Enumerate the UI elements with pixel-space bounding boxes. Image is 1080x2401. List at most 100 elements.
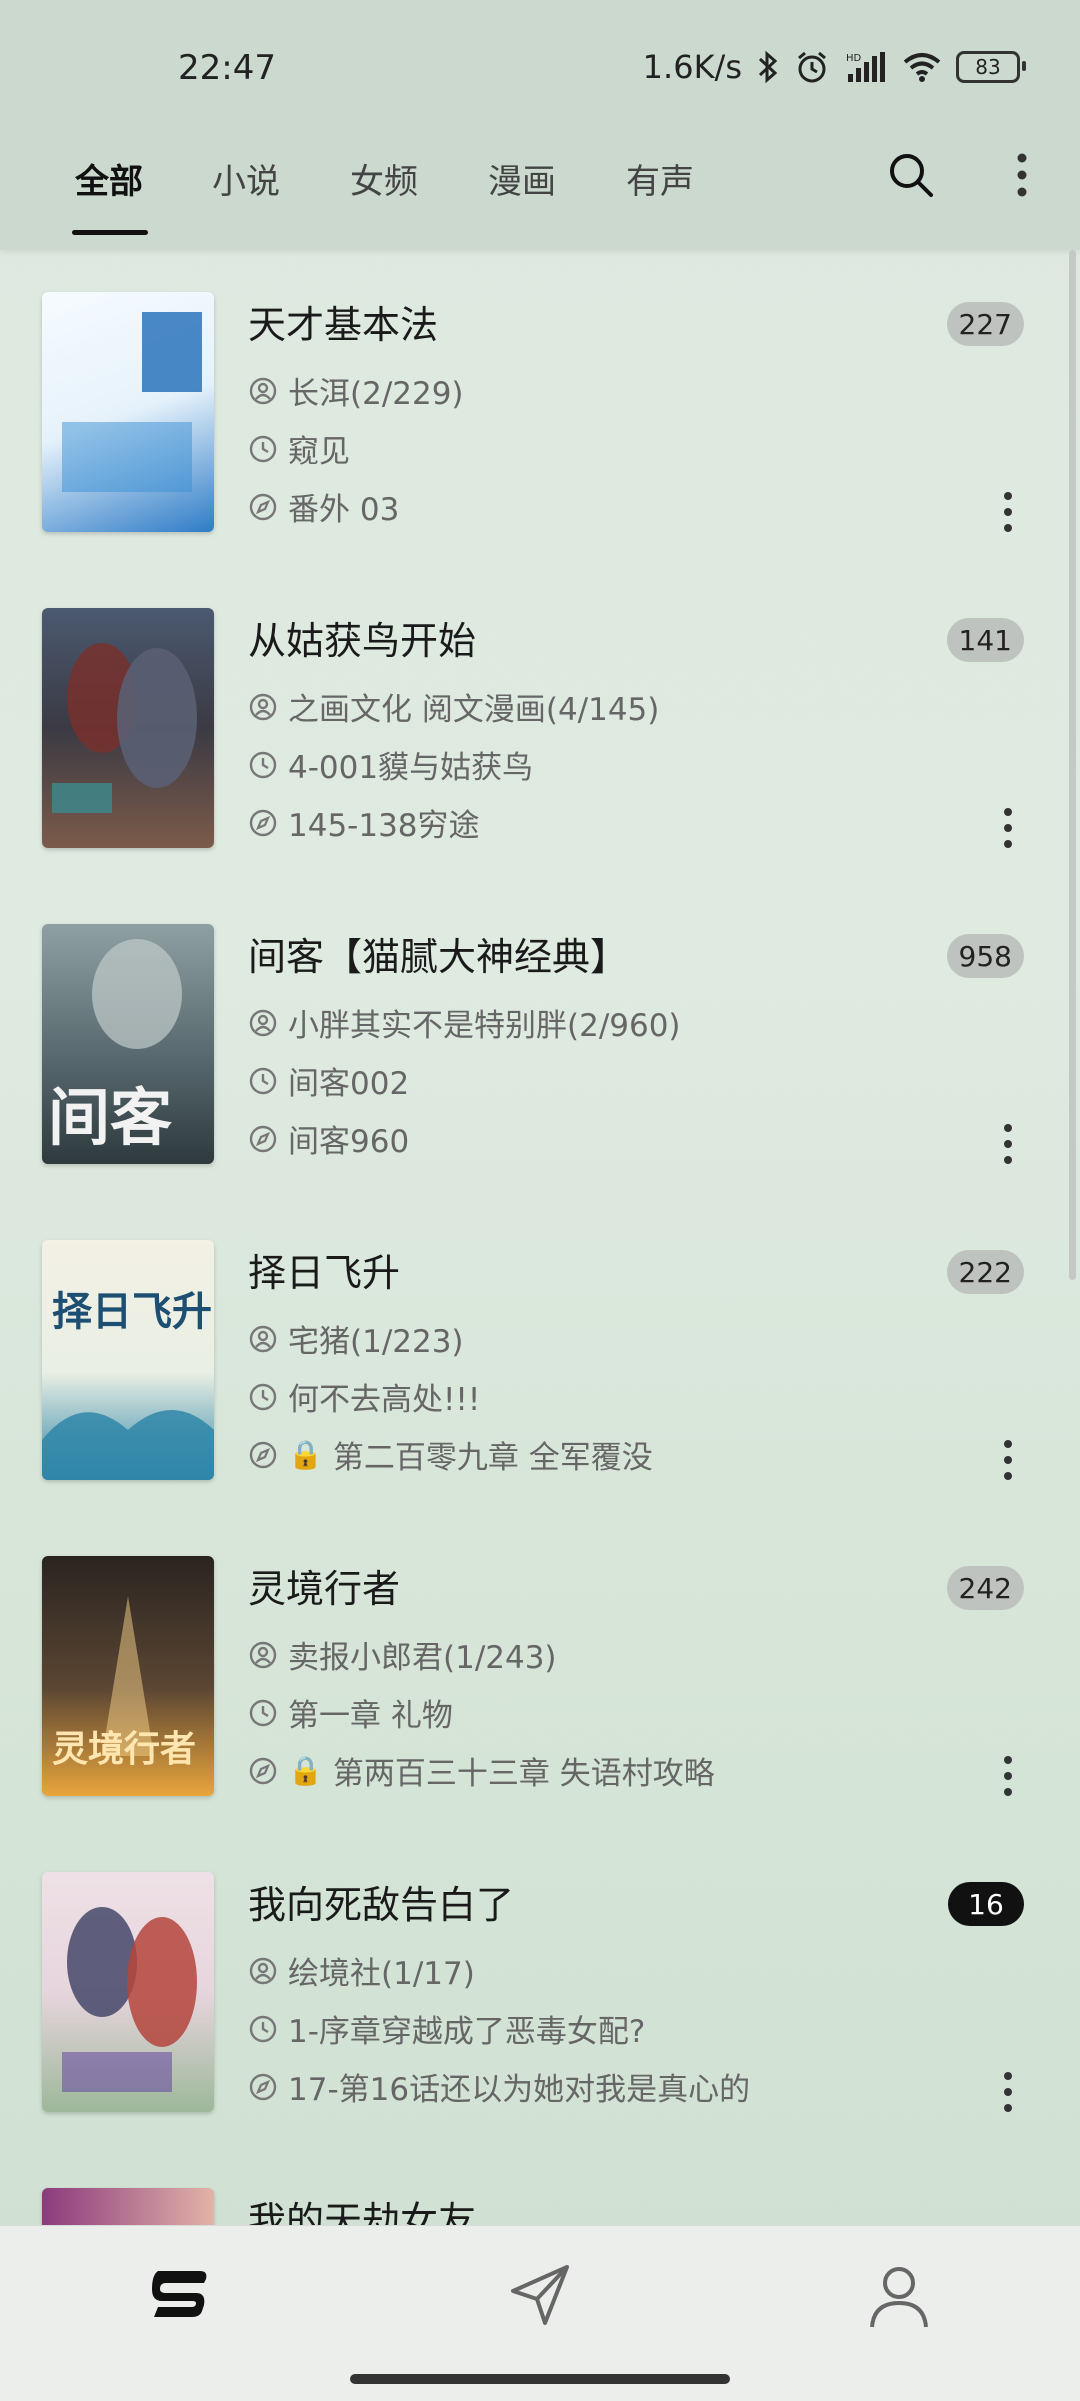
svg-text:择日飞升: 择日飞升 [52, 1289, 212, 1335]
bookshelf-nav-icon[interactable] [148, 2261, 212, 2325]
user-circle-icon [249, 377, 277, 404]
more-vertical-icon[interactable] [1000, 1754, 1016, 1798]
bluetooth-icon [758, 50, 778, 84]
clock-icon [249, 2015, 277, 2042]
book-title: 从姑获鸟开始 [248, 619, 477, 663]
cover-art: 间客 [48, 939, 182, 1154]
book-author: 小胖其实不是特别胖(2/960) [288, 1008, 681, 1044]
more-vertical-icon[interactable] [1000, 1438, 1016, 1482]
more-vertical-icon[interactable] [1000, 490, 1016, 534]
book-author: 宅猪(1/223) [288, 1324, 464, 1360]
book-item[interactable]: 我的天劫女友 [0, 2146, 1080, 2225]
recent-row: 4-001貘与姑获鸟 [248, 742, 533, 787]
latest-chapter: 145-138穷途 [288, 808, 480, 844]
lock-icon: 🔒 [288, 1754, 323, 1787]
tab-all[interactable]: 全部 [75, 154, 143, 203]
book-cover[interactable] [42, 292, 214, 532]
more-vertical-icon[interactable] [1012, 150, 1032, 200]
latest-chapter: 17-第16话还以为她对我是真心的 [288, 2072, 751, 2108]
lock-icon: 🔒 [288, 1438, 323, 1471]
unread-count-badge: 242 [946, 1566, 1024, 1610]
book-list: 天才基本法 227 长洱(2/229) 窥见 番外 03 从姑获鸟开始 141 … [0, 250, 1080, 2225]
cover-art [52, 643, 197, 813]
tab-novel[interactable]: 小说 [212, 154, 280, 203]
compass-icon [249, 2073, 277, 2100]
more-vertical-icon[interactable] [1000, 806, 1016, 850]
clock-icon [249, 1699, 277, 1726]
book-title: 天才基本法 [248, 303, 439, 347]
more-vertical-icon[interactable] [1000, 2070, 1016, 2114]
book-author: 绘境社(1/17) [288, 1956, 475, 1992]
book-title: 灵境行者 [248, 1567, 401, 1611]
author-row: 卖报小郎君(1/243) [248, 1632, 557, 1677]
category-tabs: 全部 小说 女频 漫画 有声 [0, 140, 1080, 250]
home-indicator [350, 2374, 730, 2384]
book-author: 长洱(2/229) [288, 376, 464, 412]
latest-row: 145-138穷途 [248, 800, 480, 845]
latest-row: 🔒 第二百零九章 全军覆没 [248, 1432, 653, 1477]
active-tab-indicator [72, 230, 148, 235]
latest-row: 🔒 第两百三十三章 失语村攻略 [248, 1748, 715, 1793]
unread-count-badge: 958 [946, 934, 1024, 978]
person-icon[interactable] [864, 2261, 934, 2331]
author-row: 宅猪(1/223) [248, 1316, 464, 1361]
book-cover[interactable]: 间客 [42, 924, 214, 1164]
latest-chapter: 第二百零九章 全军覆没 [332, 1440, 653, 1476]
recent-chapter: 何不去高处!!! [288, 1382, 481, 1418]
user-circle-icon [249, 1957, 277, 1984]
battery-icon: 83 [956, 51, 1026, 83]
unread-count-badge: 141 [946, 618, 1024, 662]
book-item[interactable]: 我向死敌告白了 16 绘境社(1/17) 1-序章穿越成了恶毒女配? 17-第1… [0, 1830, 1080, 2146]
cover-art: 灵境行者 [52, 1596, 196, 1770]
user-circle-icon [249, 693, 277, 720]
latest-row: 17-第16话还以为她对我是真心的 [248, 2064, 750, 2109]
tab-comic[interactable]: 漫画 [488, 154, 556, 203]
user-circle-icon [249, 1325, 277, 1352]
latest-chapter: 番外 03 [288, 492, 400, 528]
book-cover[interactable] [42, 2188, 214, 2225]
compass-icon [249, 1441, 277, 1468]
compass-icon [249, 809, 277, 836]
scrollbar[interactable] [1069, 250, 1076, 1280]
book-author: 之画文化 阅文漫画(4/145) [288, 692, 660, 728]
search-icon[interactable] [886, 150, 936, 200]
signal-icon: HD [846, 52, 885, 82]
recent-row: 1-序章穿越成了恶毒女配? [248, 2006, 645, 2051]
book-title: 间客【猫腻大神经典】 [248, 935, 629, 979]
navigation-arrow-icon[interactable] [505, 2261, 575, 2331]
book-item[interactable]: 天才基本法 227 长洱(2/229) 窥见 番外 03 [0, 250, 1080, 566]
more-vertical-icon[interactable] [1000, 1122, 1016, 1166]
recent-row: 何不去高处!!! [248, 1374, 480, 1419]
clock-icon [249, 435, 277, 462]
author-row: 小胖其实不是特别胖(2/960) [248, 1000, 681, 1045]
book-author: 卖报小郎君(1/243) [288, 1640, 557, 1676]
tab-female[interactable]: 女频 [350, 154, 418, 203]
book-item[interactable]: 灵境行者 灵境行者 242 卖报小郎君(1/243) 第一章 礼物 🔒 第两百三… [0, 1514, 1080, 1830]
cover-art: 择日飞升 [42, 1289, 214, 1480]
recent-chapter: 间客002 [288, 1066, 410, 1102]
network-speed: 1.6K/s [642, 48, 742, 86]
recent-row: 间客002 [248, 1058, 409, 1103]
book-cover[interactable]: 灵境行者 [42, 1556, 214, 1796]
recent-row: 窥见 [248, 426, 350, 471]
book-item[interactable]: 间客 间客【猫腻大神经典】 958 小胖其实不是特别胖(2/960) 间客002… [0, 882, 1080, 1198]
tab-audio[interactable]: 有声 [626, 154, 694, 203]
author-row: 绘境社(1/17) [248, 1948, 475, 1993]
compass-icon [249, 1125, 277, 1152]
book-title: 我向死敌告白了 [248, 1883, 515, 1927]
book-item[interactable]: 从姑获鸟开始 141 之画文化 阅文漫画(4/145) 4-001貘与姑获鸟 1… [0, 566, 1080, 882]
unread-count-badge: 227 [946, 302, 1024, 346]
book-cover[interactable] [42, 1872, 214, 2112]
recent-row: 第一章 礼物 [248, 1690, 453, 1735]
latest-row: 间客960 [248, 1116, 409, 1161]
book-cover[interactable] [42, 608, 214, 848]
status-bar: 22:47 1.6K/s HD 83 [0, 40, 1080, 104]
user-circle-icon [249, 1641, 277, 1668]
clock-icon [249, 1067, 277, 1094]
recent-chapter: 4-001貘与姑获鸟 [288, 750, 534, 786]
book-cover[interactable]: 择日飞升 [42, 1240, 214, 1480]
wifi-icon [903, 53, 941, 82]
alarm-icon [798, 51, 826, 83]
compass-icon [249, 493, 277, 520]
book-item[interactable]: 择日飞升 择日飞升 222 宅猪(1/223) 何不去高处!!! 🔒 第二百零九… [0, 1198, 1080, 1514]
